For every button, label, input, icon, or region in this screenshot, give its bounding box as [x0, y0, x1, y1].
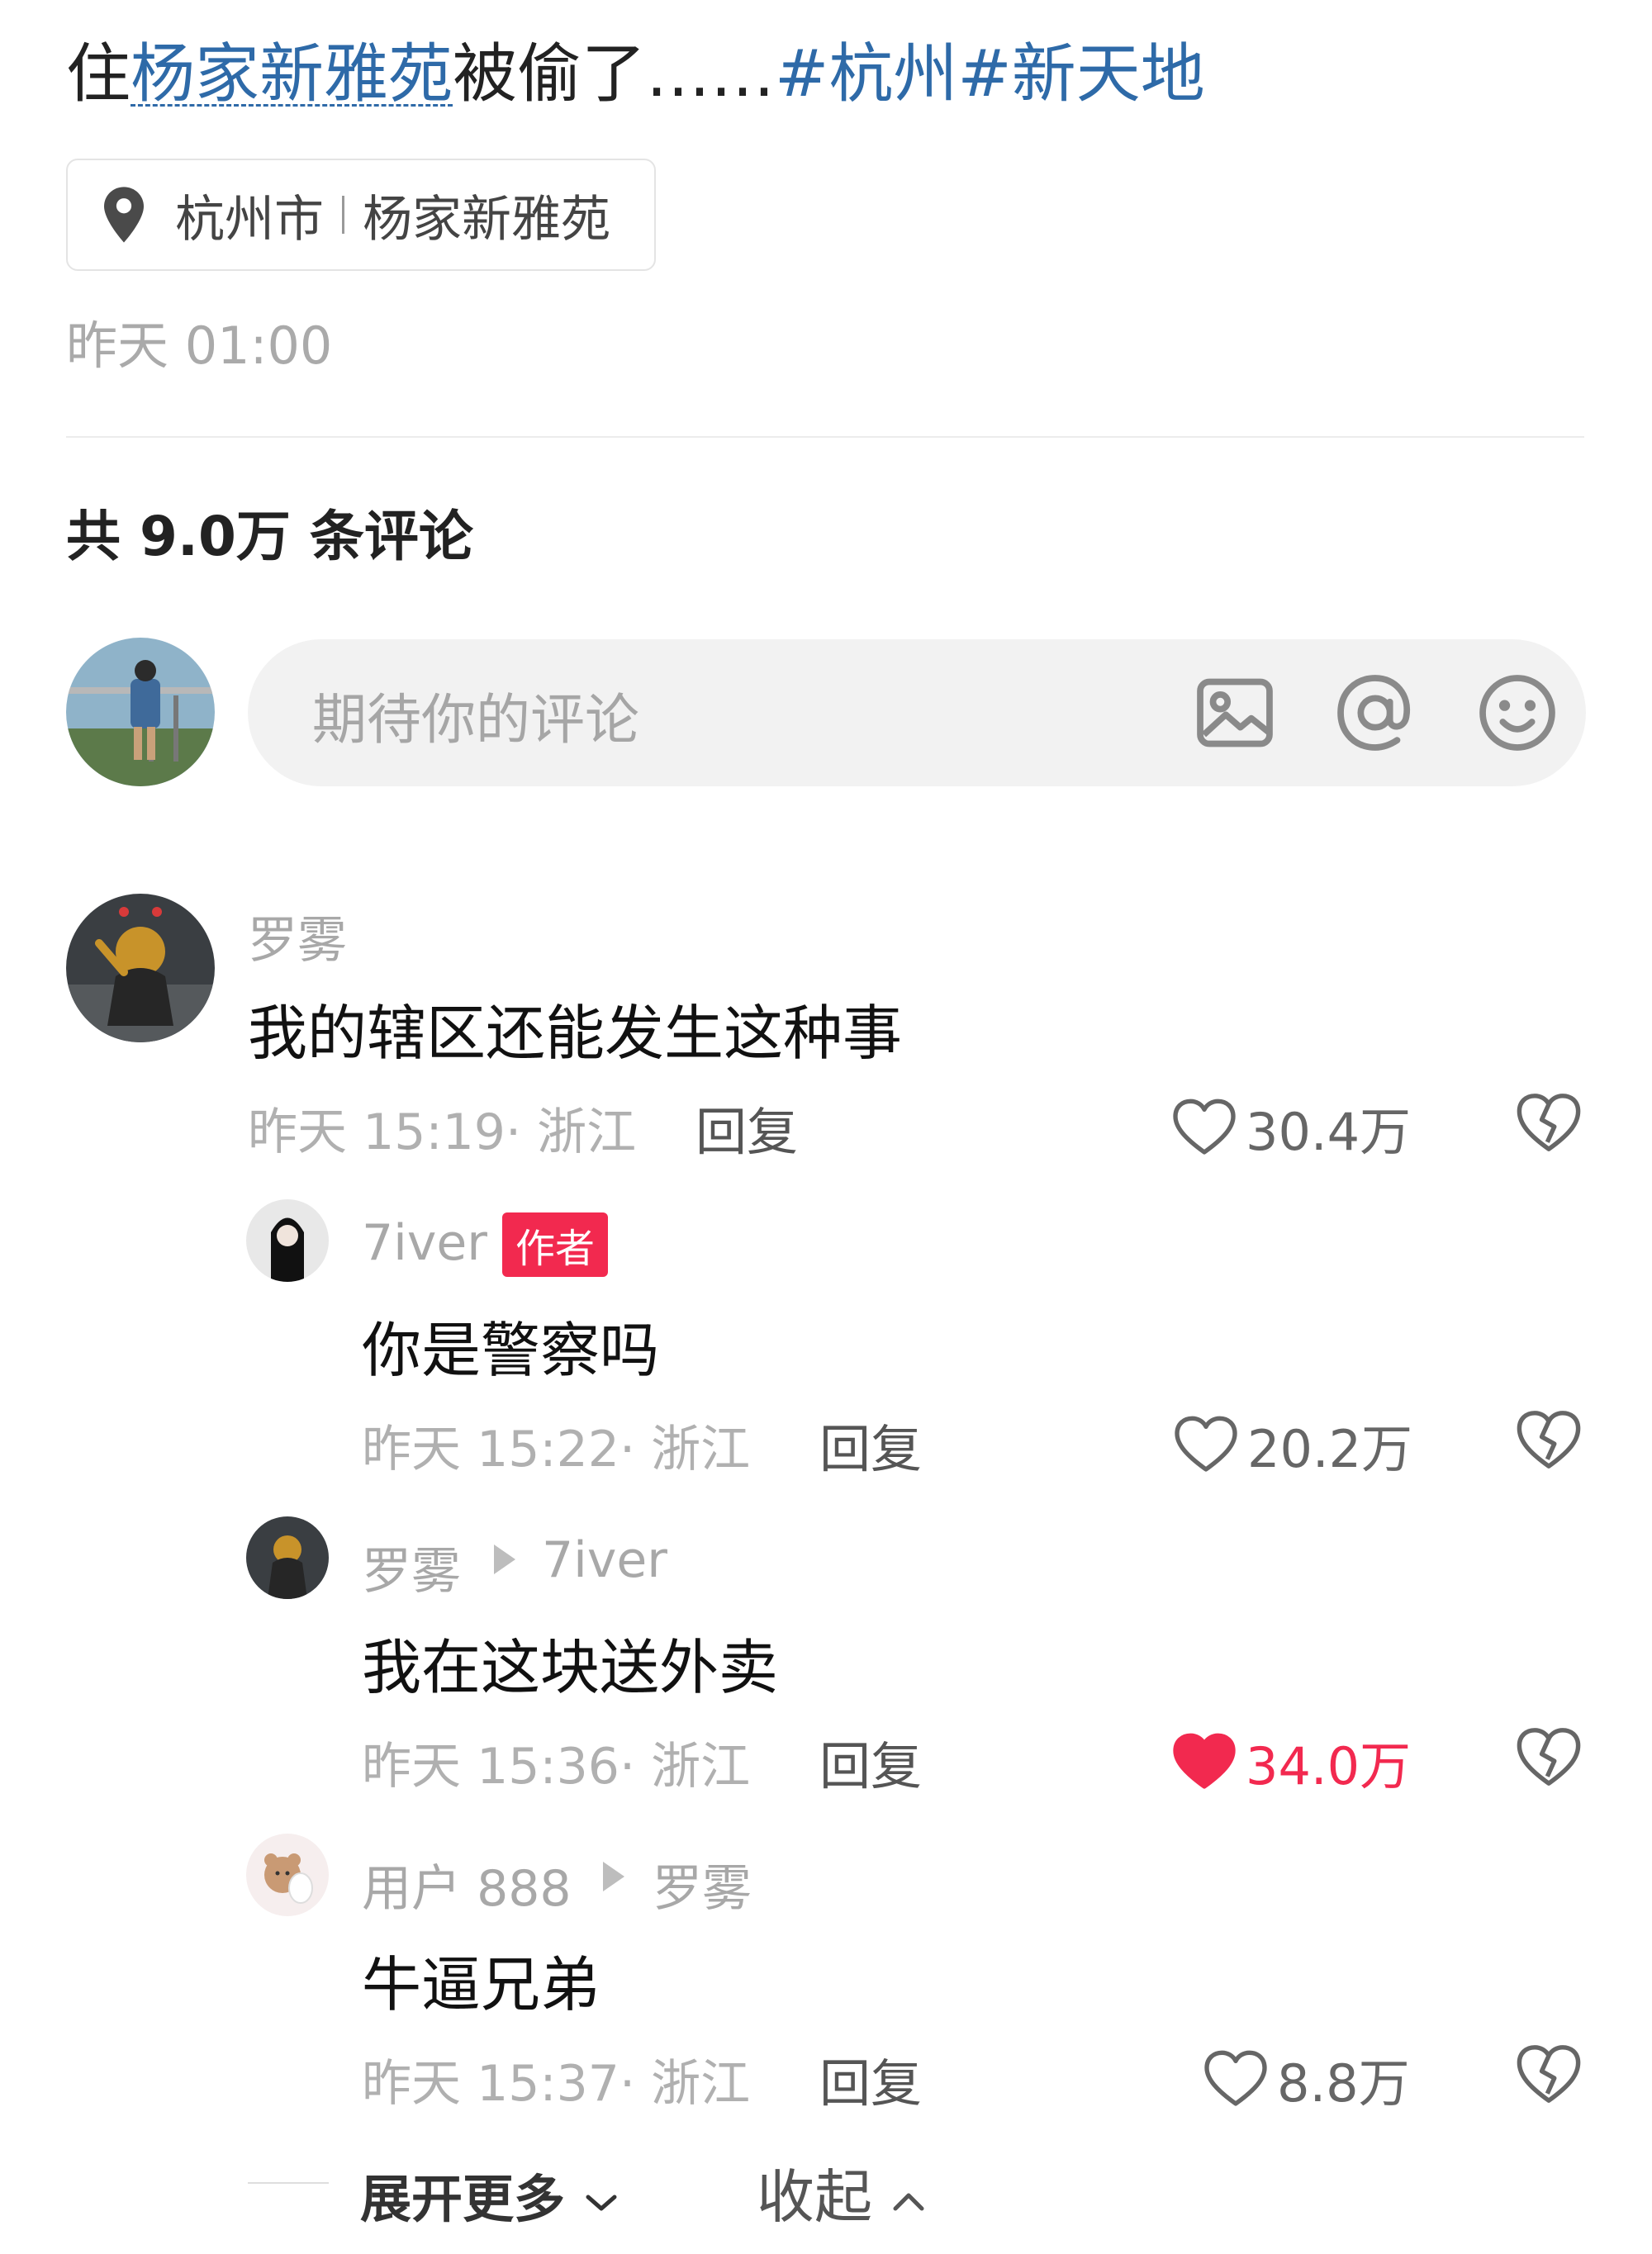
location-city: 杭州市 — [175, 190, 324, 249]
comment-text: 我在这块送外卖 — [362, 1633, 779, 1702]
comment-region: 浙江 — [651, 2055, 751, 2113]
location-separator — [342, 196, 344, 234]
post-time: 昨天 01:00 — [66, 316, 333, 376]
meta-dot: · — [619, 1738, 652, 1796]
expand-more-button[interactable]: 展开更多 — [360, 2157, 620, 2232]
dislike-icon[interactable] — [1515, 1407, 1583, 1472]
comment-count-prefix: 共 — [66, 505, 121, 568]
title-middle: 被偷了…… — [453, 37, 776, 112]
reply-to-username[interactable]: 7iver — [542, 1531, 667, 1589]
author-badge: 作者 — [502, 1212, 609, 1277]
reply-button[interactable]: 回复 — [695, 1090, 798, 1165]
comment-count: 共 9.0万 条评论 — [66, 492, 473, 572]
image-icon[interactable] — [1191, 669, 1279, 757]
comment-meta: 昨天 15:19· 浙江 — [248, 1092, 636, 1164]
dislike-icon[interactable] — [1515, 2042, 1583, 2106]
heart-outline-icon — [1204, 2050, 1267, 2106]
comment-input[interactable]: 期待你的评论 — [248, 639, 1586, 786]
reply-to-username[interactable]: 罗雾 — [653, 1848, 752, 1920]
hashtag-hangzhou[interactable]: #杭州 — [775, 37, 957, 112]
comment-time: 昨天 15:37 — [362, 2055, 620, 2113]
avatar[interactable] — [246, 1199, 329, 1282]
comment-username[interactable]: 用户 888 — [362, 1848, 572, 1920]
avatar[interactable] — [66, 894, 215, 1042]
title-prefix: 住 — [66, 37, 131, 112]
post-title: 住杨家新雅苑被偷了……#杭州#新天地 — [66, 33, 1205, 116]
like-count: 20.2万 — [1247, 1419, 1413, 1479]
emoji-icon[interactable] — [1474, 669, 1561, 757]
heart-filled-icon — [1173, 1733, 1236, 1789]
comment-username[interactable]: 7iver — [362, 1214, 487, 1272]
collapse-button[interactable]: 收起 — [757, 2151, 927, 2234]
comment-username[interactable]: 罗雾 — [362, 1531, 461, 1603]
reply-button[interactable]: 回复 — [819, 1725, 922, 1799]
like-count: 30.4万 — [1246, 1102, 1412, 1162]
like-count: 8.8万 — [1277, 2053, 1410, 2114]
comment-count-value: 9.0万 — [139, 505, 291, 568]
comment-meta: 昨天 15:36· 浙江 — [362, 1726, 750, 1798]
like-button[interactable]: 30.4万 — [1171, 1090, 1411, 1165]
location-place: 杨家新雅苑 — [363, 190, 610, 249]
expand-divider-line — [248, 2182, 329, 2184]
comment-username[interactable]: 罗雾 — [248, 900, 347, 972]
reply-arrow-icon — [494, 1545, 515, 1574]
avatar[interactable] — [246, 1834, 329, 1916]
comment-text: 牛逼兄弟 — [362, 1950, 601, 2019]
like-button[interactable]: 34.0万 — [1171, 1725, 1411, 1799]
comment-count-suffix: 条评论 — [309, 505, 473, 568]
comment-text: 你是警察吗 — [362, 1316, 660, 1385]
dislike-icon[interactable] — [1515, 1090, 1583, 1155]
like-button[interactable]: 8.8万 — [1203, 2042, 1410, 2116]
heart-outline-icon — [1175, 1416, 1237, 1472]
at-icon[interactable] — [1332, 669, 1419, 757]
comment-region: 浙江 — [537, 1103, 637, 1161]
my-avatar[interactable] — [66, 638, 215, 786]
comment-region: 浙江 — [651, 1421, 751, 1478]
expand-more-label: 展开更多 — [360, 2169, 566, 2229]
reply-arrow-icon — [603, 1862, 624, 1891]
comment-time: 昨天 15:22 — [362, 1421, 620, 1478]
reply-button[interactable]: 回复 — [819, 2042, 922, 2116]
comment-time: 昨天 15:19 — [248, 1103, 506, 1161]
like-count: 34.0万 — [1246, 1736, 1412, 1796]
collapse-label: 收起 — [757, 2163, 872, 2231]
comment-time: 昨天 15:36 — [362, 1738, 620, 1796]
chevron-down-icon — [586, 2195, 617, 2211]
like-button[interactable]: 20.2万 — [1173, 1407, 1412, 1482]
comment-region: 浙江 — [651, 1738, 751, 1796]
heart-outline-icon — [1173, 1099, 1236, 1155]
reply-button[interactable]: 回复 — [819, 1407, 922, 1482]
location-chip[interactable]: 杭州市 杨家新雅苑 — [66, 159, 656, 271]
hashtag-xintiandi[interactable]: #新天地 — [957, 37, 1204, 112]
comment-input-placeholder: 期待你的评论 — [312, 688, 639, 752]
meta-dot: · — [505, 1103, 538, 1161]
avatar[interactable] — [246, 1516, 329, 1599]
location-pin-icon — [104, 187, 144, 243]
chevron-up-icon — [893, 2193, 924, 2211]
title-location-link[interactable]: 杨家新雅苑 — [131, 37, 453, 112]
meta-dot: · — [619, 1421, 652, 1478]
comment-meta: 昨天 15:22· 浙江 — [362, 1409, 750, 1481]
comment-meta: 昨天 15:37· 浙江 — [362, 2043, 750, 2115]
divider — [66, 436, 1584, 438]
dislike-icon[interactable] — [1515, 1725, 1583, 1789]
comment-text: 我的辖区还能发生这种事 — [248, 999, 903, 1068]
meta-dot: · — [619, 2055, 652, 2113]
